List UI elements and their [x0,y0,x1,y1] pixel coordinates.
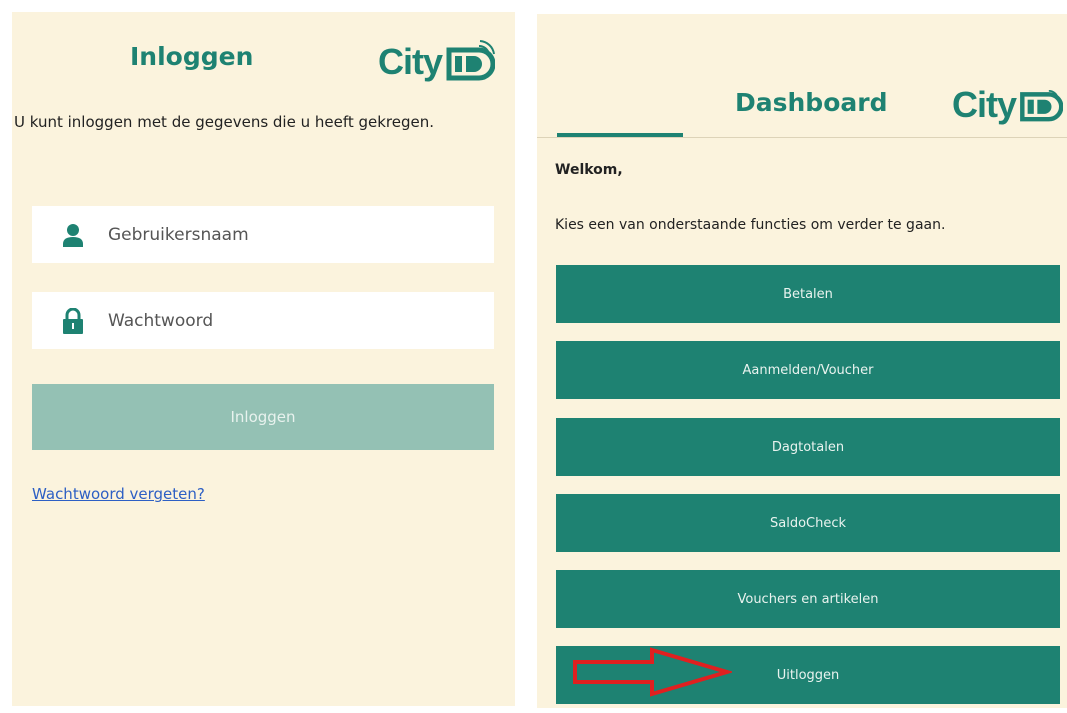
menu-button-vouchers[interactable]: Vouchers en artikelen [556,570,1060,628]
cityid-logo: City [378,40,496,84]
instruction-text: Kies een van onderstaande functies om ve… [555,217,946,233]
menu-button-saldocheck[interactable]: SaldoCheck [556,494,1060,552]
forgot-password-link[interactable]: Wachtwoord vergeten? [32,485,205,503]
user-icon [58,223,88,247]
password-placeholder: Wachtwoord [108,310,214,331]
menu-button-betalen[interactable]: Betalen [556,265,1060,323]
cityid-logo-icon [446,40,496,81]
cityid-logo-icon [1020,89,1064,122]
menu-button-aanmelden[interactable]: Aanmelden/Voucher [556,341,1060,399]
username-field[interactable]: Gebruikersnaam [32,206,494,263]
dashboard-screen: Dashboard City Welkom, Kies een van onde… [537,14,1067,708]
page-title: Inloggen [130,42,254,71]
welcome-text: Welkom, [555,162,623,178]
login-screen: Inloggen City U kunt inloggen met de geg… [12,12,515,706]
red-arrow-icon [573,647,732,697]
lock-icon [58,307,88,334]
cityid-logo: City [952,84,1064,126]
intro-text: U kunt inloggen met de gegevens die u he… [14,113,435,131]
menu-button-dagtotalen[interactable]: Dagtotalen [556,418,1060,476]
password-field[interactable]: Wachtwoord [32,292,494,349]
login-button[interactable]: Inloggen [32,384,494,450]
username-placeholder: Gebruikersnaam [108,224,249,245]
page-title: Dashboard [735,88,888,117]
header-divider [537,137,1067,138]
